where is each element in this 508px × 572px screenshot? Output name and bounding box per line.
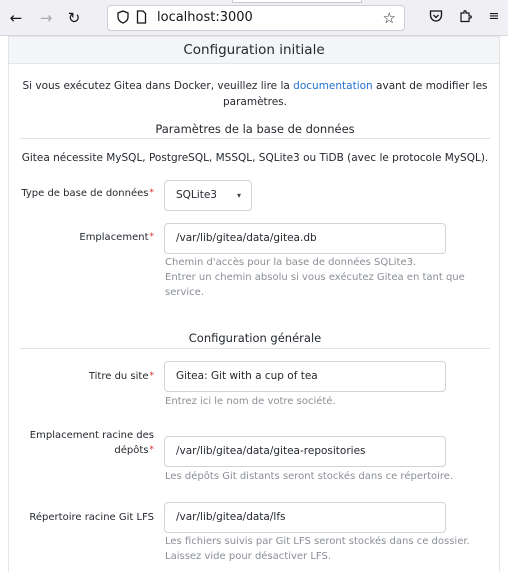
required-marker: * [149, 232, 155, 242]
repo-root-label: Emplacement racine des dépôts* [10, 428, 154, 458]
lfs-root-help-line-2: Laissez vide pour désactiver LFS. [165, 551, 332, 562]
reload-icon[interactable]: ↻ [64, 8, 84, 28]
repo-root-label-line-2: dépôts [114, 445, 149, 456]
db-type-select[interactable]: SQLite3 ▾ [164, 180, 252, 211]
db-path-input[interactable]: /var/lib/gitea/data/gitea.db [164, 223, 446, 254]
db-path-help-line-2: Entrer un chemin absolu si vous exécutez… [165, 272, 465, 298]
db-path-label-text: Emplacement [79, 232, 149, 243]
notice-text-before: Si vous exécutez Gitea dans Docker, veui… [22, 80, 294, 92]
repo-root-help: Les dépôts Git distants seront stockés d… [165, 471, 454, 482]
lfs-root-input[interactable]: /var/lib/gitea/data/lfs [164, 502, 446, 533]
database-divider [20, 138, 490, 139]
page-info-icon[interactable] [136, 10, 147, 28]
pocket-icon[interactable] [428, 9, 444, 25]
repo-root-input[interactable]: /var/lib/gitea/data/gitea-repositories [164, 436, 446, 467]
back-arrow-icon[interactable]: ← [6, 8, 26, 28]
page-title: Configuration initiale [8, 36, 500, 64]
site-title-help: Entrez ici le nom de votre société. [165, 396, 336, 407]
chevron-down-icon: ▾ [236, 191, 241, 200]
db-type-label-text: Type de base de données [21, 188, 149, 199]
site-title-label-text: Titre du site [88, 371, 149, 382]
site-title-input[interactable]: Gitea: Git with a cup of tea [164, 361, 446, 392]
shield-icon[interactable] [117, 10, 129, 28]
general-divider [20, 348, 490, 349]
docker-notice: Si vous exécutez Gitea dans Docker, veui… [20, 78, 490, 110]
menu-icon[interactable]: ≡ [486, 9, 502, 25]
address-bar[interactable]: localhost:3000 ☆ [107, 5, 405, 31]
db-path-help: Chemin d'accès pour la base de données S… [165, 255, 475, 300]
lfs-root-help: Les fichiers suivis par Git LFS seront s… [165, 534, 475, 564]
browser-tab-edge [232, 0, 362, 3]
required-marker: * [149, 445, 155, 455]
forward-arrow-icon[interactable]: → [36, 8, 56, 28]
extensions-icon[interactable] [458, 9, 474, 25]
general-section-title: Configuration générale [188, 331, 322, 345]
required-marker: * [149, 371, 155, 381]
repo-root-label-line-1: Emplacement racine des [29, 430, 154, 441]
db-path-label: Emplacement* [10, 230, 154, 245]
db-type-label: Type de base de données* [10, 186, 154, 201]
bookmark-star-icon[interactable]: ☆ [383, 9, 396, 27]
browser-toolbar: ← → ↻ localhost:3000 ☆ ≡ [0, 0, 508, 36]
db-type-value: SQLite3 [176, 189, 217, 201]
url-text[interactable]: localhost:3000 [157, 10, 253, 26]
site-title-label: Titre du site* [10, 369, 154, 384]
documentation-link[interactable]: documentation [293, 80, 373, 92]
db-path-help-line-1: Chemin d'accès pour la base de données S… [165, 257, 417, 268]
database-requirement: Gitea nécessite MySQL, PostgreSQL, MSSQL… [21, 152, 489, 164]
page: Configuration initiale Si vous exécutez … [0, 36, 508, 572]
lfs-root-label: Répertoire racine Git LFS [29, 512, 154, 523]
lfs-root-help-line-1: Les fichiers suivis par Git LFS seront s… [165, 536, 470, 547]
database-section-title: Paramètres de la base de données [155, 122, 355, 136]
form-panel [8, 64, 500, 572]
required-marker: * [149, 188, 155, 198]
